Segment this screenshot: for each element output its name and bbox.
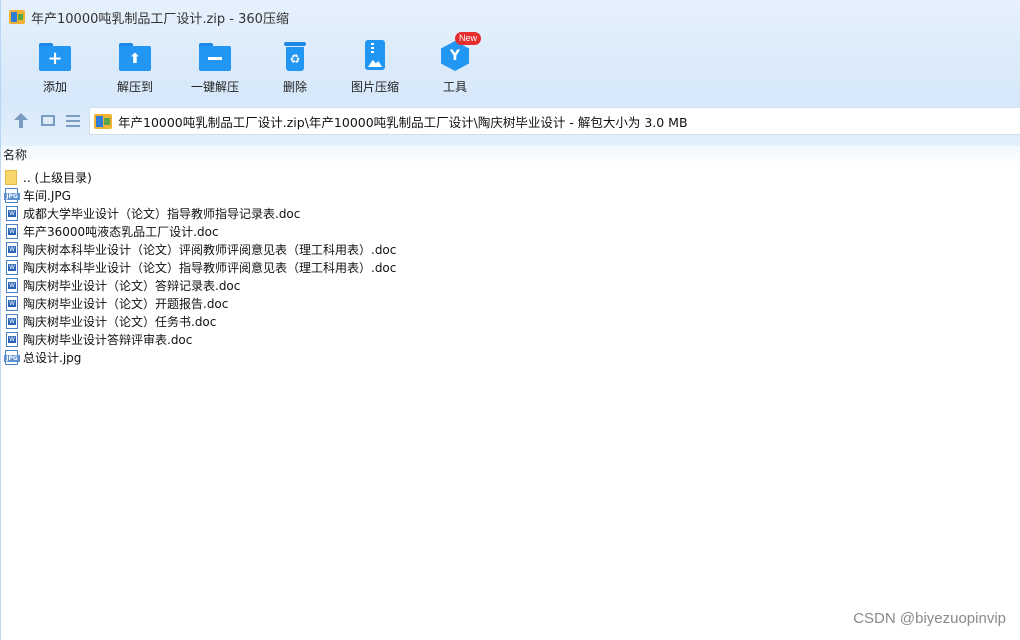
jpg-file-icon: JPG (4, 349, 20, 365)
list-item[interactable]: W 陶庆树毕业设计（论文）任务书.doc (1, 312, 1020, 330)
delete-button[interactable]: ♻ 删除 (255, 38, 335, 98)
extract-to-icon: ⬆ (119, 40, 151, 72)
tools-button-label: 工具 (442, 80, 467, 94)
add-folder-icon: + (39, 40, 71, 72)
file-name: 总设计.jpg (23, 350, 82, 365)
watermark-text: CSDN @biyezuopinvip (853, 610, 1006, 627)
column-header-name[interactable]: 名称 (1, 146, 1020, 166)
file-name: .. (上级目录) (23, 170, 92, 185)
file-name: 陶庆树本科毕业设计（论文）指导教师评阅意见表（理工科用表）.doc (23, 260, 397, 275)
file-name: 车间.JPG (23, 188, 71, 203)
image-compress-icon (359, 40, 391, 72)
doc-file-icon: W (4, 223, 20, 239)
folder-icon (4, 169, 20, 185)
jpg-file-icon: JPG (4, 187, 20, 203)
thumbnail-view-button[interactable] (39, 113, 59, 129)
image-compress-button[interactable]: 图片压缩 (335, 38, 415, 98)
thumbnail-view-icon (41, 115, 55, 126)
one-click-extract-button-label: 一键解压 (190, 80, 239, 94)
list-item[interactable]: JPG 总设计.jpg (1, 348, 1020, 366)
archive-icon (94, 113, 112, 129)
title-bar: 年产10000吨乳制品工厂设计.zip - 360压缩 (1, 0, 1020, 34)
file-name: 陶庆树毕业设计（论文）任务书.doc (23, 314, 217, 329)
archive-app-icon (9, 10, 25, 24)
file-name: 陶庆树本科毕业设计（论文）评阅教师评阅意见表（理工科用表）.doc (23, 242, 397, 257)
list-item[interactable]: W 年产36000吨液态乳品工厂设计.doc (1, 222, 1020, 240)
address-bar[interactable]: 年产10000吨乳制品工厂设计.zip\年产10000吨乳制品工厂设计\陶庆树毕… (89, 107, 1020, 135)
up-level-button[interactable] (11, 113, 31, 129)
delete-button-label: 删除 (282, 80, 307, 94)
file-name: 陶庆树毕业设计（论文）开题报告.doc (23, 296, 229, 311)
list-view-button[interactable] (64, 113, 84, 129)
new-badge: New (455, 32, 481, 45)
tools-icon: Y New (439, 32, 481, 72)
one-click-extract-icon (199, 40, 231, 72)
list-item[interactable]: W 陶庆树毕业设计（论文）答辩记录表.doc (1, 276, 1020, 294)
file-name: 陶庆树毕业设计答辩评审表.doc (23, 332, 193, 347)
file-name: 成都大学毕业设计（论文）指导教师指导记录表.doc (23, 206, 301, 221)
doc-file-icon: W (4, 241, 20, 257)
doc-file-icon: W (4, 331, 20, 347)
doc-file-icon: W (4, 295, 20, 311)
file-name: 年产36000吨液态乳品工厂设计.doc (23, 224, 219, 239)
one-click-extract-button[interactable]: 一键解压 (175, 38, 255, 98)
recycle-bin-icon: ♻ (279, 40, 311, 72)
list-item[interactable]: W 陶庆树毕业设计答辩评审表.doc (1, 330, 1020, 348)
file-name: 陶庆树毕业设计（论文）答辩记录表.doc (23, 278, 241, 293)
doc-file-icon: W (4, 259, 20, 275)
image-compress-button-label: 图片压缩 (350, 80, 399, 94)
extract-to-button-label: 解压到 (116, 80, 153, 94)
address-path: 年产10000吨乳制品工厂设计.zip\年产10000吨乳制品工厂设计\陶庆树毕… (118, 114, 688, 130)
window-title: 年产10000吨乳制品工厂设计.zip - 360压缩 (31, 11, 289, 27)
add-button-label: 添加 (42, 80, 67, 94)
list-item[interactable]: W 陶庆树本科毕业设计（论文）评阅教师评阅意见表（理工科用表）.doc (1, 240, 1020, 258)
main-toolbar: + 添加 ⬆ 解压到 一键解压 ♻ 删除 图片压缩 Y New 工具 (15, 32, 495, 98)
list-item[interactable]: W 陶庆树本科毕业设计（论文）指导教师评阅意见表（理工科用表）.doc (1, 258, 1020, 276)
add-button[interactable]: + 添加 (15, 38, 95, 98)
list-item[interactable]: W 成都大学毕业设计（论文）指导教师指导记录表.doc (1, 204, 1020, 222)
list-item[interactable]: JPG 车间.JPG (1, 186, 1020, 204)
file-list: .. (上级目录) JPG 车间.JPG W 成都大学毕业设计（论文）指导教师指… (1, 168, 1020, 366)
doc-file-icon: W (4, 277, 20, 293)
tools-button[interactable]: Y New 工具 (415, 32, 495, 98)
doc-file-icon: W (4, 205, 20, 221)
app-window: 年产10000吨乳制品工厂设计.zip - 360压缩 + 添加 ⬆ 解压到 一… (0, 0, 1020, 640)
list-item[interactable]: W 陶庆树毕业设计（论文）开题报告.doc (1, 294, 1020, 312)
list-item-parent-directory[interactable]: .. (上级目录) (1, 168, 1020, 186)
doc-file-icon: W (4, 313, 20, 329)
extract-to-button[interactable]: ⬆ 解压到 (95, 38, 175, 98)
